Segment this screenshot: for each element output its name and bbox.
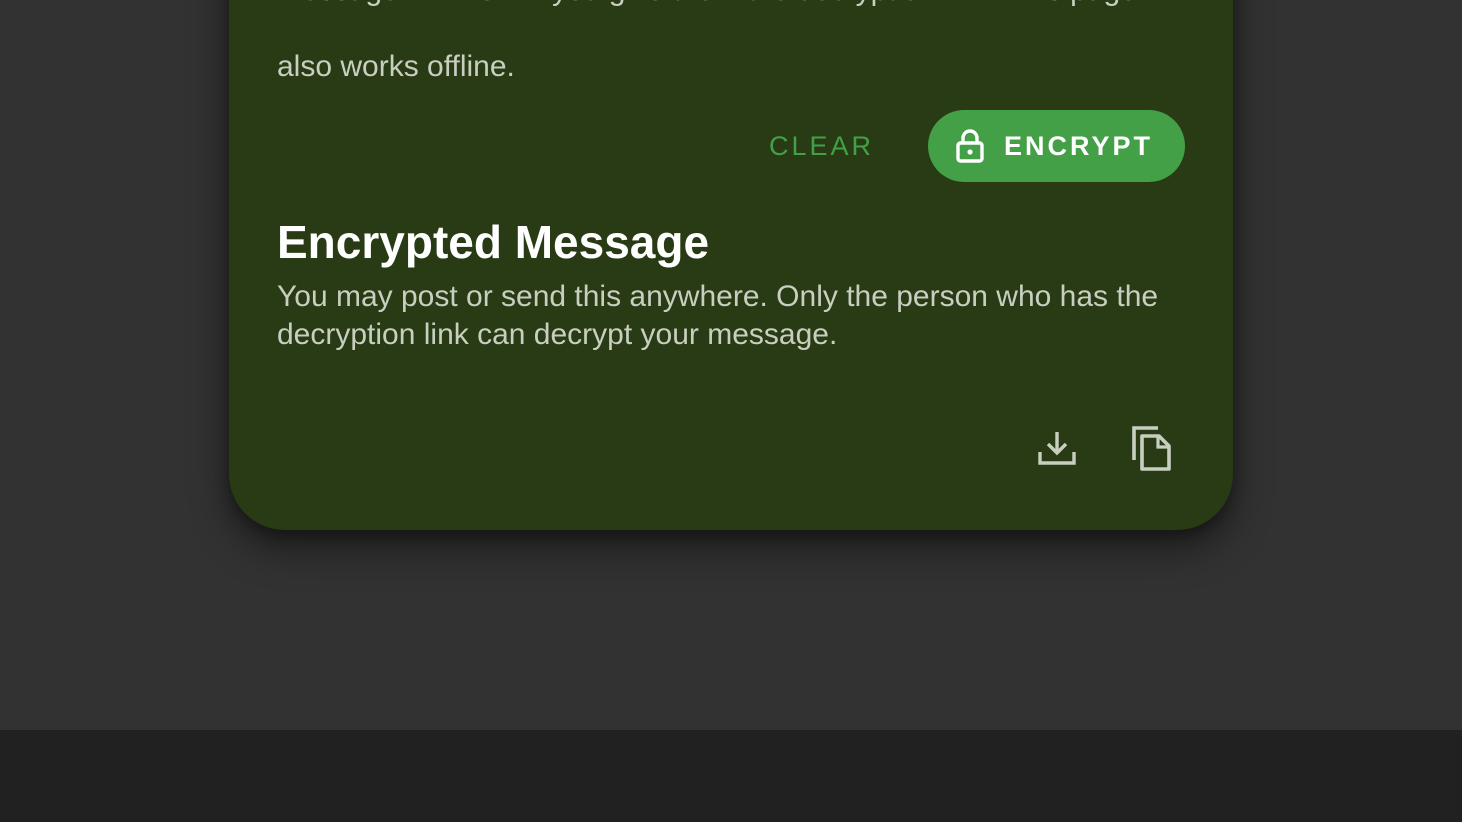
- intro-line-2: also works offline.: [277, 50, 515, 83]
- intro-text: message will work if you give them the d…: [277, 0, 1177, 124]
- footer-band: [0, 730, 1462, 822]
- clear-button[interactable]: CLEAR: [747, 110, 896, 182]
- action-bar: CLEAR ENCRYPT: [747, 110, 1185, 182]
- download-icon: [1037, 428, 1077, 473]
- copy-button[interactable]: [1124, 422, 1180, 478]
- encrypt-card: message will work if you give them the d…: [229, 0, 1233, 530]
- lock-icon: [954, 128, 986, 164]
- encrypt-button[interactable]: ENCRYPT: [927, 110, 1185, 182]
- encrypted-message-title: Encrypted Message: [277, 216, 710, 268]
- encrypt-label: ENCRYPT: [1003, 130, 1153, 161]
- intro-line-1: message will work if you give them the d…: [277, 0, 1177, 10]
- copy-icon: [1130, 424, 1174, 477]
- download-button[interactable]: [1029, 422, 1085, 478]
- encrypted-message-description: You may post or send this anywhere. Only…: [277, 280, 1159, 351]
